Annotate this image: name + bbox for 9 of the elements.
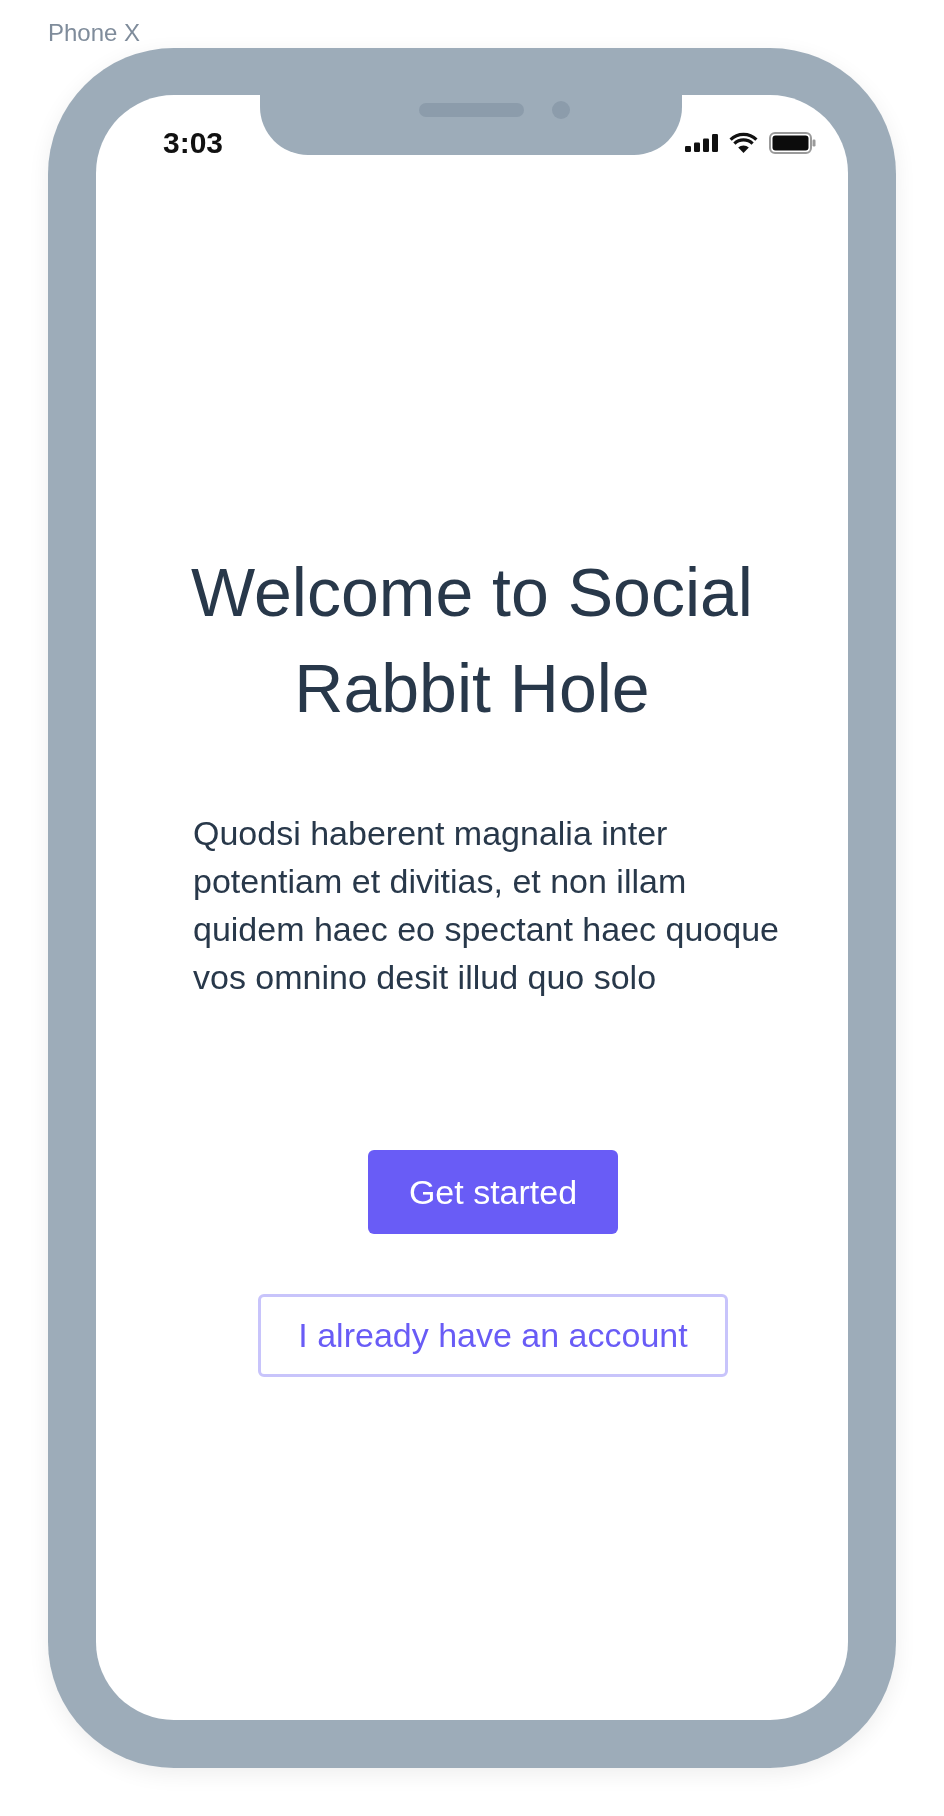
battery-icon	[769, 132, 816, 154]
status-time: 3:03	[163, 125, 224, 161]
welcome-title: Welcome to Social Rabbit Hole	[190, 553, 754, 728]
wifi-icon	[729, 132, 758, 154]
device-label: Phone X	[48, 19, 141, 47]
signal-bars-icon	[685, 134, 718, 152]
secondary-button[interactable]: I already have an account	[258, 1294, 728, 1377]
primary-button[interactable]: Get started	[367, 1150, 619, 1234]
welcome-text: Quodsi haberent magnalia inter potentiam et divitias, et non illam quidem haec eo spectant haec quoque vos omnino desit illud quo solo	[193, 813, 780, 998]
